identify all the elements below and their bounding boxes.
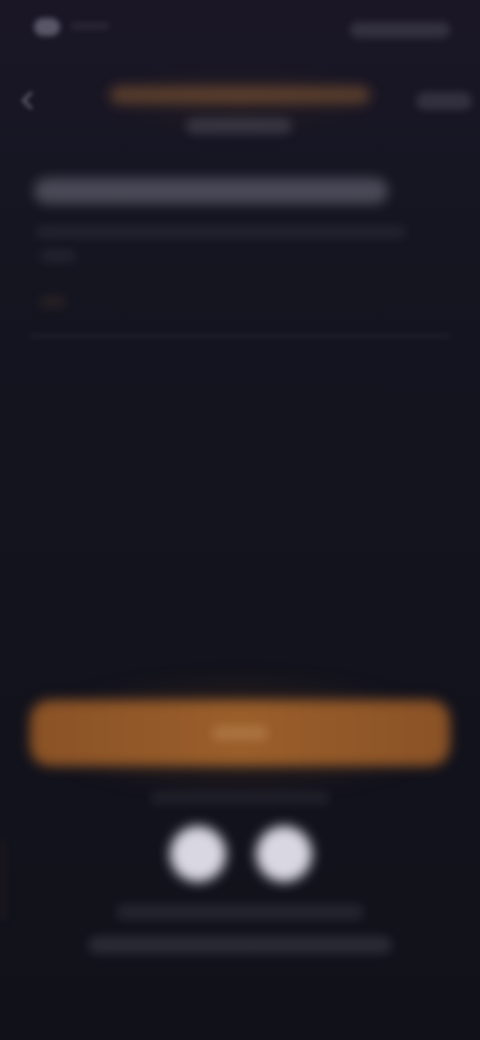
login-screen [0,0,480,1040]
status-time [34,18,60,36]
primary-cta-label [212,726,268,740]
content-divider [30,334,450,338]
social-login-button-1[interactable] [170,826,226,882]
status-indicator [70,22,110,30]
chevron-left-icon [20,90,40,110]
content-detail-1 [40,250,76,262]
content-block [30,170,450,350]
page-description [36,226,406,238]
status-bar [0,0,480,56]
header-action-button[interactable] [416,92,472,110]
back-button[interactable] [14,88,46,112]
header [0,70,480,140]
header-title [100,84,380,106]
social-login-button-2[interactable] [256,826,312,882]
header-subtitle [186,118,292,134]
edge-accent [0,840,6,920]
status-icons [350,22,450,38]
page-heading [34,178,388,204]
content-detail-2 [40,296,66,308]
footer-text-2 [88,936,392,954]
social-divider-text [150,792,330,804]
footer-text-1 [116,904,364,920]
